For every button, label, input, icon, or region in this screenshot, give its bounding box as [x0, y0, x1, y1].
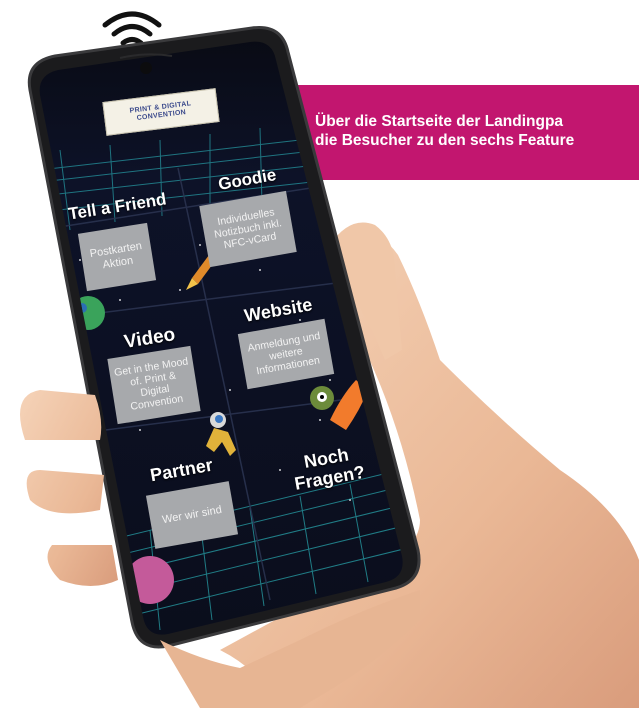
photo-scene: Über die Startseite der Landingpa die Be…	[0, 0, 639, 708]
tile-goodie-box[interactable]: Individuelles Notizbuch inkl. NFC-vCard	[199, 190, 297, 268]
tile-video-box[interactable]: Get in the Mood of. Print & Digital Conv…	[107, 345, 201, 425]
tile-partner-box[interactable]: Wer wir sind	[145, 481, 239, 549]
tile-video-body: Get in the Mood of. Print & Digital Conv…	[113, 355, 190, 413]
tile-partner-title[interactable]: Partner	[149, 455, 215, 487]
tile-goodie-body: Individuelles Notizbuch inkl. NFC-vCard	[213, 206, 283, 252]
app-logo: PRINT & DIGITAL CONVENTION	[102, 88, 220, 136]
app-screen: PRINT & DIGITAL CONVENTION Tell a Friend…	[0, 0, 639, 708]
logo-text: PRINT & DIGITAL CONVENTION	[129, 100, 192, 122]
tile-noch-fragen-title[interactable]: Noch Fragen?	[285, 441, 371, 494]
tile-tell-a-friend-box[interactable]: Postkarten Aktion	[77, 222, 157, 292]
tile-goodie-title[interactable]: Goodie	[217, 165, 278, 195]
tile-website-body: Anmeldung und weitere Informationen	[246, 329, 322, 378]
tile-partner-body: Wer wir sind	[161, 503, 223, 526]
tile-website-box[interactable]: Anmeldung und weitere Informationen	[237, 318, 335, 390]
tile-tell-a-friend-body: Postkarten Aktion	[88, 240, 143, 272]
tile-tell-a-friend-title[interactable]: Tell a Friend	[67, 189, 168, 224]
